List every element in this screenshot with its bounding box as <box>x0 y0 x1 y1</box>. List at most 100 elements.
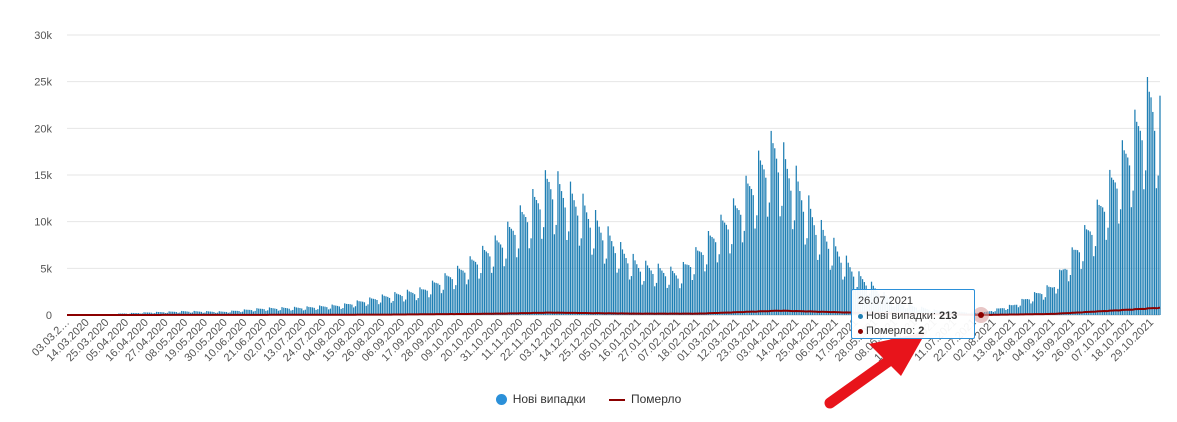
case-bar[interactable] <box>697 250 699 315</box>
case-bar[interactable] <box>487 253 489 315</box>
case-bar[interactable] <box>584 205 586 315</box>
case-bar[interactable] <box>568 231 570 315</box>
case-bar[interactable] <box>609 235 611 315</box>
case-bar[interactable] <box>677 278 679 315</box>
case-bar[interactable] <box>806 238 808 315</box>
case-bar[interactable] <box>360 301 362 315</box>
case-bar[interactable] <box>577 215 579 315</box>
case-bar[interactable] <box>501 247 504 315</box>
case-bar[interactable] <box>517 248 520 315</box>
case-bar[interactable] <box>365 305 367 315</box>
case-bar[interactable] <box>405 299 407 315</box>
case-bar[interactable] <box>1127 157 1129 315</box>
case-bar[interactable] <box>799 191 801 315</box>
case-bar[interactable] <box>831 265 833 315</box>
case-bar[interactable] <box>614 253 616 315</box>
case-bar[interactable] <box>345 303 348 315</box>
case-bar[interactable] <box>811 217 814 315</box>
case-bar[interactable] <box>548 181 550 315</box>
case-bar[interactable] <box>399 294 401 315</box>
case-bar[interactable] <box>485 251 487 315</box>
case-bar[interactable] <box>358 301 360 315</box>
case-bar[interactable] <box>836 251 839 315</box>
case-bar[interactable] <box>585 212 588 315</box>
case-bar[interactable] <box>668 284 670 315</box>
case-bar[interactable] <box>745 175 747 315</box>
case-bar[interactable] <box>808 195 810 315</box>
case-bar[interactable] <box>822 229 824 315</box>
case-bar[interactable] <box>654 286 656 315</box>
case-bar[interactable] <box>354 306 357 315</box>
case-bar[interactable] <box>1089 231 1091 315</box>
case-bar[interactable] <box>1059 269 1061 315</box>
case-bar[interactable] <box>679 288 681 315</box>
case-bar[interactable] <box>410 292 412 315</box>
case-bar[interactable] <box>680 283 683 315</box>
case-bar[interactable] <box>498 242 500 315</box>
case-bar[interactable] <box>534 196 536 315</box>
case-bar[interactable] <box>387 296 389 315</box>
case-bar[interactable] <box>632 253 634 315</box>
case-bar[interactable] <box>385 296 387 315</box>
case-bar[interactable] <box>347 304 349 315</box>
case-bar[interactable] <box>783 142 785 315</box>
case-bar[interactable] <box>412 292 414 315</box>
case-bar[interactable] <box>670 266 672 315</box>
case-bar[interactable] <box>741 242 744 315</box>
case-bar[interactable] <box>627 263 629 315</box>
case-bar[interactable] <box>1050 287 1052 315</box>
case-bar[interactable] <box>704 271 706 315</box>
case-bar[interactable] <box>1121 140 1123 315</box>
case-bar[interactable] <box>1064 268 1066 315</box>
case-bar[interactable] <box>335 305 337 315</box>
case-bar[interactable] <box>1035 293 1037 315</box>
case-bar[interactable] <box>813 225 815 315</box>
case-bar[interactable] <box>686 264 688 315</box>
case-bar[interactable] <box>1094 246 1097 315</box>
case-bar[interactable] <box>1042 299 1045 315</box>
legend-item-deaths[interactable]: Померло <box>608 392 681 406</box>
case-bar[interactable] <box>700 252 702 315</box>
case-bar[interactable] <box>833 237 835 315</box>
case-bar[interactable] <box>743 230 745 315</box>
case-bar[interactable] <box>716 262 719 315</box>
case-bar[interactable] <box>580 238 582 315</box>
case-bar[interactable] <box>582 193 584 315</box>
case-bar[interactable] <box>1008 304 1011 315</box>
case-bar[interactable] <box>483 250 486 315</box>
case-bar[interactable] <box>564 207 566 315</box>
case-bar[interactable] <box>652 273 654 315</box>
case-bar[interactable] <box>596 220 599 315</box>
case-bar[interactable] <box>456 265 459 315</box>
case-bar[interactable] <box>1039 293 1041 315</box>
case-bar[interactable] <box>492 266 495 315</box>
case-bar[interactable] <box>781 205 783 315</box>
case-bar[interactable] <box>689 267 692 315</box>
case-bar[interactable] <box>766 216 769 315</box>
case-bar[interactable] <box>1103 211 1106 315</box>
case-bar[interactable] <box>1114 182 1116 315</box>
case-bar[interactable] <box>374 299 376 315</box>
case-bar[interactable] <box>320 306 323 315</box>
case-bar[interactable] <box>1075 249 1077 315</box>
case-bar[interactable] <box>1157 175 1159 315</box>
case-bar[interactable] <box>1096 199 1098 315</box>
case-bar[interactable] <box>829 269 831 315</box>
case-bar[interactable] <box>1141 140 1143 315</box>
case-bar[interactable] <box>489 256 491 315</box>
case-bar[interactable] <box>1066 269 1068 315</box>
case-bar[interactable] <box>1143 189 1145 315</box>
case-bar[interactable] <box>397 294 400 315</box>
case-bar[interactable] <box>344 303 346 315</box>
case-bar[interactable] <box>356 300 358 315</box>
case-bar[interactable] <box>698 251 701 315</box>
case-bar[interactable] <box>589 227 591 315</box>
case-bar[interactable] <box>521 211 523 315</box>
case-bar[interactable] <box>415 300 418 315</box>
case-bar[interactable] <box>431 280 434 315</box>
case-bar[interactable] <box>768 202 771 315</box>
case-bar[interactable] <box>516 257 518 315</box>
case-bar[interactable] <box>473 260 475 315</box>
case-bar[interactable] <box>844 276 846 315</box>
case-bar[interactable] <box>1116 188 1118 315</box>
